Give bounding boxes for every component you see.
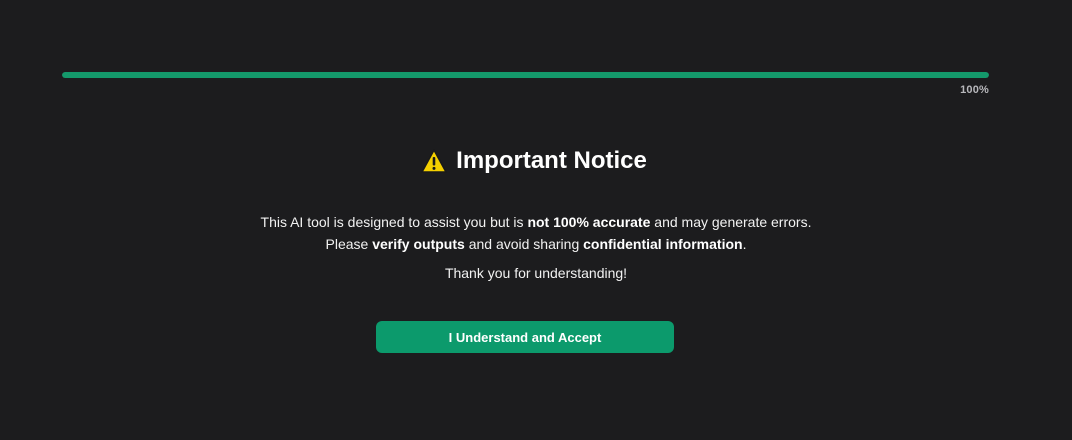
accept-button[interactable]: I Understand and Accept [376,321,674,353]
progress-fill [62,72,989,78]
notice-line-1-text-a: This AI tool is designed to assist you b… [260,214,528,230]
notice-line-1: This AI tool is designed to assist you b… [0,211,1072,233]
notice-line-2-text-c: . [742,236,747,252]
warning-icon [421,148,447,174]
notice-line-1-text-b: and may generate errors. [650,214,812,230]
notice-message: This AI tool is designed to assist you b… [0,211,1072,255]
notice-line-2-emphasis-a: verify outputs [372,236,465,252]
progress-container: 100% [62,72,989,96]
notice-thanks: Thank you for understanding! [444,265,628,281]
notice-line-2-emphasis-b: confidential information [583,236,743,252]
progress-percent-label: 100% [960,84,989,96]
notice-header: Important Notice [0,144,1072,178]
progress-bar [62,72,989,78]
notice-panel: Important Notice This AI tool is designe… [0,144,1072,283]
notice-line-1-emphasis: not 100% accurate [527,214,651,230]
notice-line-2-text-a: Please [325,236,373,252]
notice-title: Important Notice [456,147,647,174]
notice-line-2: Please verify outputs and avoid sharing … [0,233,1072,255]
notice-line-2-text-b: and avoid sharing [464,236,584,252]
